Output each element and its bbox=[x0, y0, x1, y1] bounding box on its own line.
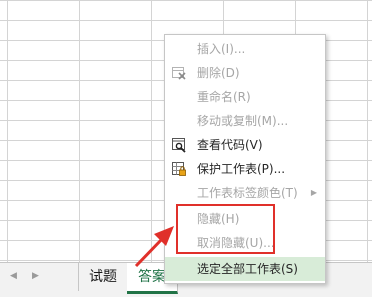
sheet-tab-context-menu: 插入(I)... 删除(D) 重命名(R) 移动或复制(M)... 查看代码(V bbox=[164, 34, 326, 284]
menu-item-label: 移动或复制(M)... bbox=[197, 114, 289, 128]
protect-sheet-icon bbox=[171, 161, 187, 177]
sheet-tab-label: 答案 bbox=[138, 269, 166, 285]
menu-item-label: 选定全部工作表(S) bbox=[197, 262, 298, 276]
menu-item-label: 工作表标签颜色(T) bbox=[197, 186, 298, 200]
menu-item-tab-color[interactable]: 工作表标签颜色(T) ▶ bbox=[165, 181, 325, 205]
menu-item-label: 删除(D) bbox=[197, 66, 240, 80]
menu-item-label: 查看代码(V) bbox=[197, 138, 263, 152]
menu-item-unhide[interactable]: 取消隐藏(U)... bbox=[165, 231, 325, 255]
view-code-icon bbox=[171, 137, 187, 153]
menu-item-label: 重命名(R) bbox=[197, 90, 251, 104]
sheet-nav-next-icon[interactable]: ▶ bbox=[32, 271, 39, 281]
submenu-arrow-icon: ▶ bbox=[310, 188, 317, 197]
menu-item-delete[interactable]: 删除(D) bbox=[165, 61, 325, 85]
sheet-tab-questions[interactable]: 试题 bbox=[78, 263, 128, 291]
sheet-nav-prev-icon[interactable]: ◀ bbox=[10, 271, 17, 281]
menu-item-label: 保护工作表(P)... bbox=[197, 162, 286, 176]
menu-item-label: 取消隐藏(U)... bbox=[197, 236, 275, 250]
menu-item-rename[interactable]: 重命名(R) bbox=[165, 85, 325, 109]
menu-item-label: 插入(I)... bbox=[197, 42, 246, 56]
sheet-tab-label: 试题 bbox=[89, 269, 117, 285]
menu-item-label: 隐藏(H) bbox=[197, 212, 240, 226]
menu-item-select-all-sheets[interactable]: 选定全部工作表(S) bbox=[165, 257, 325, 281]
menu-item-view-code[interactable]: 查看代码(V) bbox=[165, 133, 325, 157]
menu-item-move-copy[interactable]: 移动或复制(M)... bbox=[165, 109, 325, 133]
menu-item-hide[interactable]: 隐藏(H) bbox=[165, 207, 325, 231]
menu-item-insert[interactable]: 插入(I)... bbox=[165, 37, 325, 61]
menu-item-protect-sheet[interactable]: 保护工作表(P)... bbox=[165, 157, 325, 181]
delete-sheet-icon bbox=[171, 65, 187, 81]
